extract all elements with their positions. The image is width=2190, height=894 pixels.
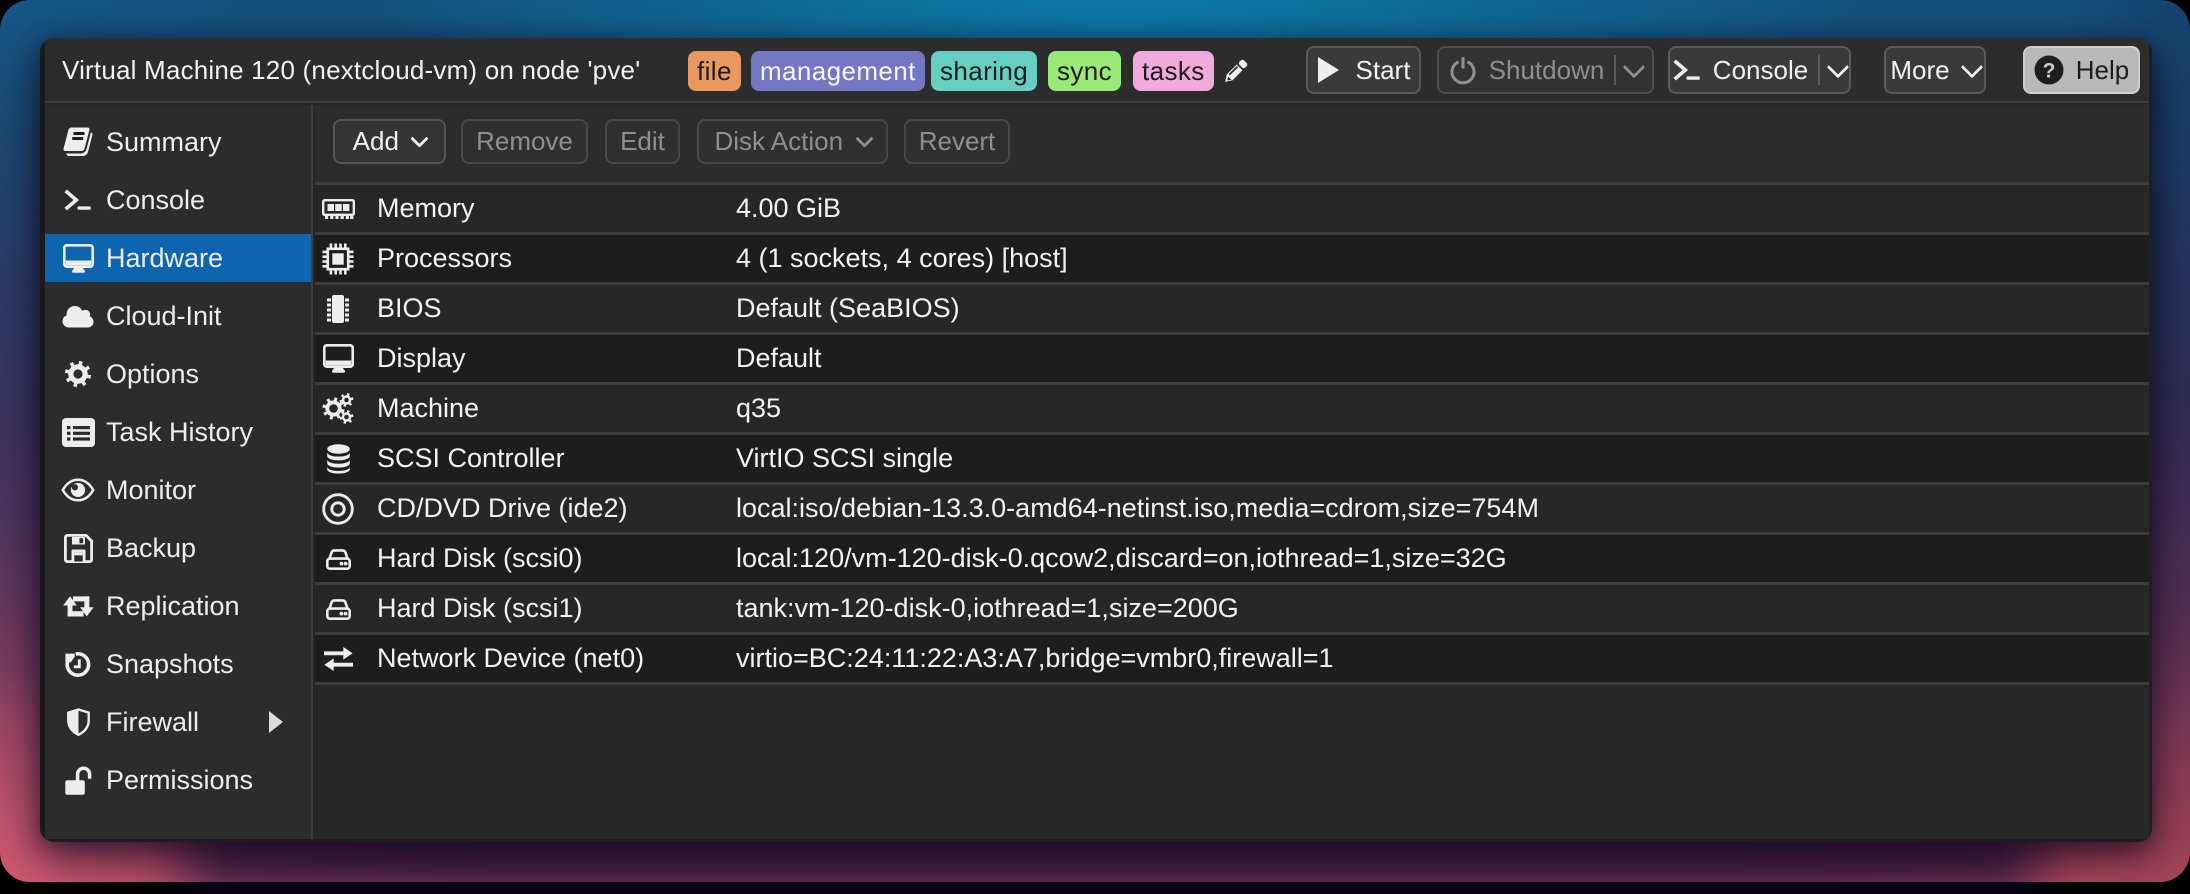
svg-text:?: ? xyxy=(2042,60,2055,83)
